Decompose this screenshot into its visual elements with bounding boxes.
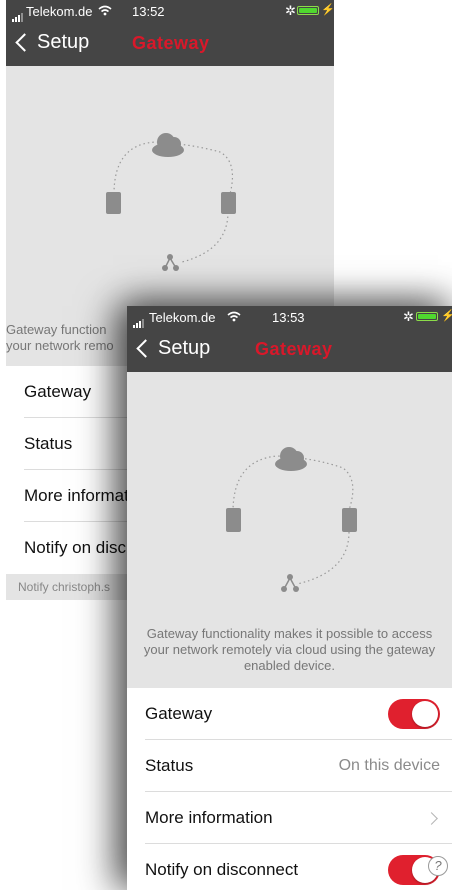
network-node-icon bbox=[162, 254, 179, 271]
back-button[interactable]: Setup bbox=[14, 31, 89, 54]
carrier-label: Telekom.de bbox=[26, 4, 93, 19]
bluetooth-icon: ✲ bbox=[285, 3, 296, 18]
charging-bolt-icon: ⚡ bbox=[441, 310, 452, 322]
status-bar: Telekom.de 13:53 ✲ ⚡ bbox=[127, 306, 452, 328]
row-label: Notify on disconnect bbox=[145, 860, 299, 879]
chevron-left-icon bbox=[15, 33, 34, 52]
bluetooth-icon: ✲ bbox=[403, 309, 414, 324]
charging-bolt-icon: ⚡ bbox=[321, 4, 334, 16]
back-label: Setup bbox=[158, 337, 211, 359]
chevron-left-icon bbox=[136, 339, 155, 358]
gateway-description: Gateway functionality makes it possible … bbox=[143, 626, 436, 673]
page-title: Gateway bbox=[255, 339, 333, 359]
row-label: Status bbox=[145, 756, 194, 775]
battery-icon bbox=[416, 312, 438, 321]
gateway-toggle[interactable] bbox=[388, 699, 440, 729]
gateway-diagram bbox=[106, 133, 236, 271]
phone-icon-left bbox=[226, 508, 241, 532]
gateway-illustration: Gateway functionality makes it possible … bbox=[127, 372, 452, 688]
phone-icon-left bbox=[106, 192, 121, 214]
row-label: Gateway bbox=[24, 382, 92, 401]
status-bar: Telekom.de 13:52 ✲ ⚡ bbox=[6, 0, 334, 22]
cloud-icon bbox=[275, 447, 307, 471]
network-node-icon bbox=[281, 574, 299, 592]
row-gateway: Gateway bbox=[127, 688, 452, 740]
row-more-information[interactable]: More information bbox=[127, 792, 452, 844]
nav-bar: Setup Gateway bbox=[127, 328, 452, 372]
row-notify-on-disconnect: Notify on disconnect ? bbox=[127, 844, 452, 890]
gateway-diagram bbox=[226, 447, 357, 592]
row-label: Notify on disc bbox=[24, 538, 127, 557]
row-label: More information bbox=[145, 808, 273, 827]
row-label: More informat bbox=[24, 486, 129, 505]
signal-icon bbox=[12, 7, 24, 22]
row-label: Gateway bbox=[145, 704, 213, 723]
carrier-label: Telekom.de bbox=[149, 310, 216, 325]
chevron-right-icon bbox=[425, 812, 438, 825]
nav-bar: Setup Gateway bbox=[6, 22, 334, 66]
signal-icon bbox=[133, 313, 145, 328]
front-screenshot: Telekom.de 13:53 ✲ ⚡ Setup Gateway Gatew… bbox=[127, 306, 452, 890]
wifi-icon bbox=[227, 311, 241, 322]
clock: 13:53 bbox=[272, 310, 305, 325]
toggle-knob bbox=[412, 701, 438, 727]
description-text: Gateway function your network remo bbox=[6, 322, 114, 353]
wifi-icon bbox=[98, 5, 112, 16]
back-label: Setup bbox=[37, 31, 90, 53]
status-value: On this device bbox=[338, 757, 440, 774]
phone-icon-right bbox=[342, 508, 357, 532]
cloud-icon bbox=[152, 133, 184, 157]
row-status: Status On this device bbox=[127, 740, 452, 792]
row-label: Status bbox=[24, 434, 73, 453]
back-button[interactable]: Setup bbox=[135, 337, 210, 360]
phone-icon-right bbox=[221, 192, 236, 214]
page-title: Gateway bbox=[132, 33, 210, 53]
help-icon[interactable]: ? bbox=[428, 856, 448, 876]
battery-icon bbox=[297, 6, 319, 15]
clock: 13:52 bbox=[132, 4, 165, 19]
